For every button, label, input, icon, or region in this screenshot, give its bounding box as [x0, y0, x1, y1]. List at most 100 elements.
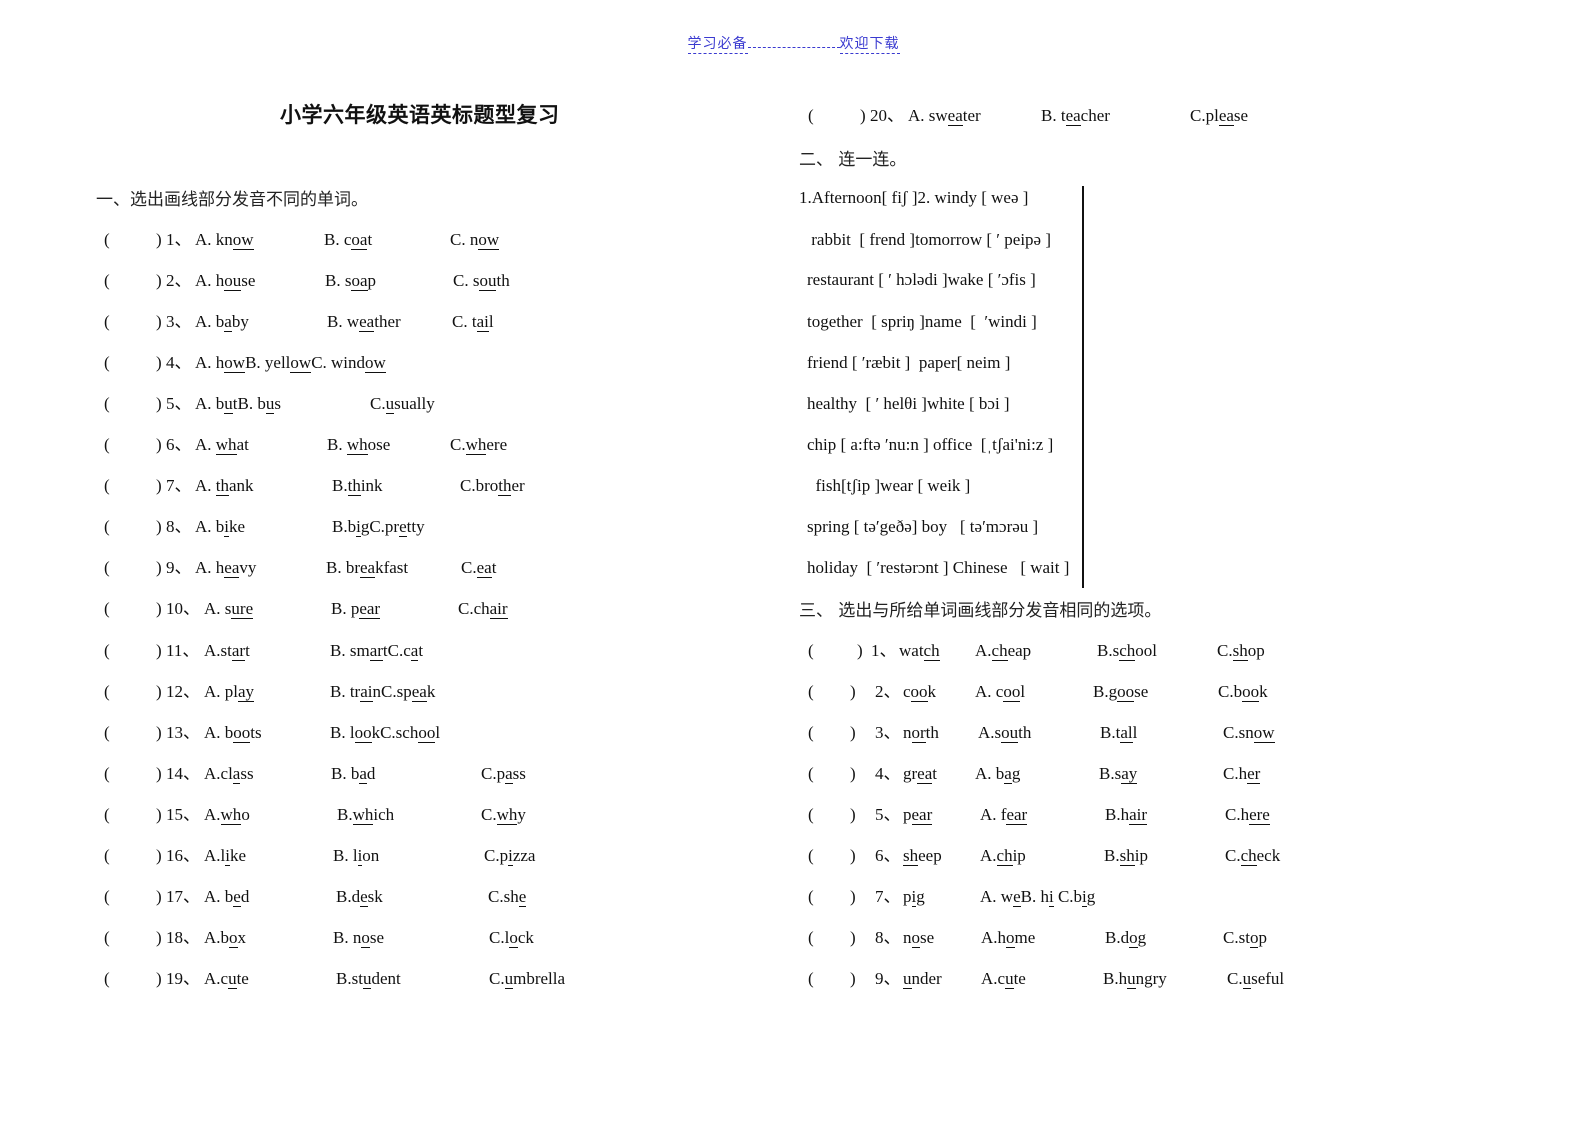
option-b-word: B.ship [1104, 846, 1148, 866]
answer-blank-close[interactable]: ) [860, 104, 866, 128]
underlined-letters: u [362, 969, 372, 989]
option-b-word: B. whose [327, 435, 391, 455]
option-b-word: B.dog [1105, 928, 1147, 948]
answer-blank-open[interactable]: ( [104, 721, 110, 745]
answer-blank-open[interactable]: ( [104, 392, 110, 416]
answer-blank-open[interactable]: ( [808, 844, 814, 868]
answer-blank-open[interactable]: ( [104, 967, 110, 991]
answer-blank-close[interactable]: ) [857, 639, 863, 663]
underlined-letters: ow [224, 353, 246, 373]
answer-blank-open[interactable]: ( [104, 433, 110, 457]
option-c: C.snow [1223, 721, 1275, 745]
underlined-letters: e [518, 887, 527, 907]
answer-blank-close[interactable]: ) [156, 597, 162, 621]
answer-blank-close[interactable]: ) [850, 803, 856, 827]
answer-blank-open[interactable]: ( [104, 885, 110, 909]
answer-blank-close[interactable]: ) [850, 762, 856, 786]
answer-blank-close[interactable]: ) [156, 762, 162, 786]
section1-heading: 一、选出画线部分发音不同的单词。 [96, 190, 368, 210]
underlined-letters: ch [1119, 641, 1136, 661]
option-a: A. heavy [195, 556, 256, 580]
answer-blank-close[interactable]: ) [156, 967, 162, 991]
answer-blank-open[interactable]: ( [808, 104, 814, 128]
answer-blank-close[interactable]: ) [156, 926, 162, 950]
answer-blank-open[interactable]: ( [104, 269, 110, 293]
answer-blank-open[interactable]: ( [104, 556, 110, 580]
header-dashes [747, 34, 840, 48]
answer-blank-open[interactable]: ( [104, 474, 110, 498]
underlined-letters: o [509, 928, 518, 948]
underlined-letters: ch [1240, 846, 1257, 866]
underlined-letters: i [1048, 887, 1054, 907]
answer-blank-close[interactable]: ) [156, 639, 162, 663]
answer-blank-open[interactable]: ( [808, 639, 814, 663]
answer-blank-open[interactable]: ( [104, 680, 110, 704]
answer-blank-close[interactable]: ) [850, 926, 856, 950]
option-c: C.please [1190, 104, 1248, 128]
answer-blank-open[interactable]: ( [808, 926, 814, 950]
answer-blank-open[interactable]: ( [104, 762, 110, 786]
answer-blank-close[interactable]: ) [850, 680, 856, 704]
option-a-word: A. fear [980, 805, 1028, 825]
option-a-word: A.class [204, 764, 254, 784]
answer-blank-open[interactable]: ( [808, 885, 814, 909]
answer-blank-open[interactable]: ( [104, 926, 110, 950]
answer-blank-close[interactable]: ) [156, 803, 162, 827]
answer-blank-close[interactable]: ) [156, 351, 162, 375]
question-number: 12、 [166, 682, 200, 701]
option-a: A. but [195, 394, 238, 414]
option-b: B.school [1097, 639, 1157, 663]
underlined-letters: or [911, 723, 926, 743]
answer-blank-close[interactable]: ) [850, 844, 856, 868]
answer-blank-close[interactable]: ) [156, 721, 162, 745]
answer-blank-open[interactable]: ( [808, 721, 814, 745]
answer-blank-open[interactable]: ( [104, 639, 110, 663]
answer-blank-open[interactable]: ( [104, 228, 110, 252]
answer-blank-close[interactable]: ) [156, 269, 162, 293]
answer-blank-close[interactable]: ) [156, 228, 162, 252]
answer-blank-close[interactable]: ) [156, 844, 162, 868]
answer-blank-close[interactable]: ) [156, 392, 162, 416]
question-number: 5、 [875, 805, 901, 824]
underlined-letters: al [1120, 723, 1133, 743]
option-c: C. now [450, 228, 500, 252]
matching-line: rabbit [ frend ]tomorrow [ ʹ peipə ] [807, 230, 1051, 249]
matching-line: 1.Afternoon[ fiʃ ]2. windy [ weə ] [799, 188, 1029, 207]
answer-blank-open[interactable]: ( [808, 967, 814, 991]
answer-blank-open[interactable]: ( [808, 762, 814, 786]
underlined-letters: i [224, 517, 230, 537]
answer-blank-close[interactable]: ) [850, 721, 856, 745]
answer-blank-open[interactable]: ( [104, 351, 110, 375]
answer-blank-open[interactable]: ( [808, 680, 814, 704]
answer-blank-close[interactable]: ) [156, 515, 162, 539]
answer-blank-open[interactable]: ( [104, 803, 110, 827]
answer-blank-close[interactable]: ) [156, 680, 162, 704]
answer-blank-close[interactable]: ) [156, 556, 162, 580]
underlined-letters: o [1249, 928, 1259, 948]
answer-blank-close[interactable]: ) [850, 885, 856, 909]
question-number: 19、 [166, 969, 200, 988]
answer-blank-open[interactable]: ( [104, 844, 110, 868]
answer-blank-close[interactable]: ) [156, 474, 162, 498]
options-inline-bc: B. trainC.speak [330, 680, 435, 704]
option-b-word: B.goose [1093, 682, 1149, 702]
option-b-word: B. coat [324, 230, 373, 250]
option-a: A.cute [981, 967, 1026, 991]
option-b-word: B. breakfast [326, 558, 409, 578]
option-a: A. fear [980, 803, 1028, 827]
underlined-letters: o [1129, 928, 1138, 948]
underlined-letters: ear [911, 805, 933, 825]
answer-blank-close[interactable]: ) [850, 967, 856, 991]
answer-blank-open[interactable]: ( [104, 597, 110, 621]
underlined-letters: oo [418, 723, 436, 743]
answer-blank-open[interactable]: ( [808, 803, 814, 827]
option-c-word: C.useful [1227, 969, 1285, 989]
question-number: 3、 [875, 723, 901, 742]
answer-blank-open[interactable]: ( [104, 310, 110, 334]
answer-blank-close[interactable]: ) [156, 310, 162, 334]
answer-blank-open[interactable]: ( [104, 515, 110, 539]
answer-blank-close[interactable]: ) [156, 885, 162, 909]
option-c: C.speak [381, 682, 436, 702]
option-c: C.book [1218, 680, 1268, 704]
answer-blank-close[interactable]: ) [156, 433, 162, 457]
